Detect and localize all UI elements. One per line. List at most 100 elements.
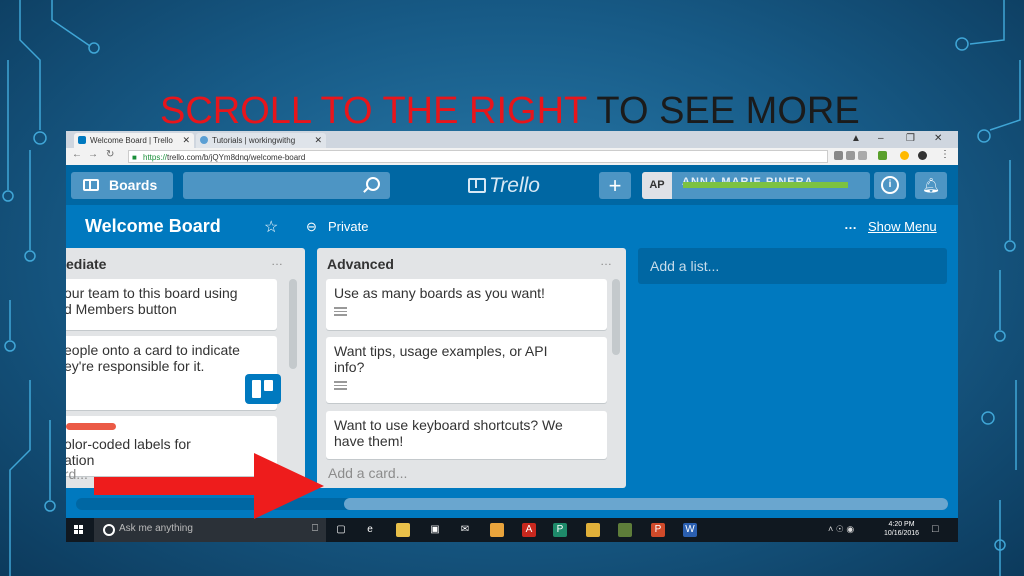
- cortana-search-input[interactable]: Ask me anything ⎕: [94, 518, 326, 542]
- card-text: d Members button: [66, 301, 177, 317]
- description-icon: [334, 381, 347, 390]
- edge-icon[interactable]: e: [363, 523, 377, 537]
- cortana-icon: [103, 524, 115, 536]
- trello-favicon-icon: [78, 136, 86, 144]
- trello-logo[interactable]: Trello: [468, 174, 540, 198]
- scrollbar-thumb[interactable]: [344, 498, 948, 510]
- lock-icon: ■: [132, 153, 137, 162]
- list-title[interactable]: ediate: [66, 256, 106, 272]
- back-arrow-icon[interactable]: ←: [72, 149, 82, 160]
- reload-icon[interactable]: ↻: [106, 149, 114, 160]
- add-card-link[interactable]: ard...: [66, 466, 88, 482]
- notifications-bell-icon[interactable]: 🔔︎: [915, 172, 947, 199]
- extension-icon[interactable]: [846, 151, 855, 160]
- tab-label: Welcome Board | Trello: [90, 136, 173, 145]
- action-center-icon[interactable]: □: [932, 523, 939, 535]
- system-tray-icons[interactable]: ˄ ☉ ◉: [828, 524, 854, 535]
- card-label-red: [66, 423, 116, 430]
- word-icon[interactable]: W: [683, 523, 697, 537]
- list-advanced: Advanced … Use as many boards as you wan…: [317, 248, 626, 488]
- list-card[interactable]: our team to this board using d Members b…: [66, 279, 277, 330]
- forward-arrow-icon[interactable]: →: [88, 149, 98, 160]
- visibility-label[interactable]: Private: [328, 219, 368, 234]
- star-icon[interactable]: ☆: [264, 217, 278, 237]
- boards-icon: [83, 179, 99, 191]
- tab-label: Tutorials | workingwithg: [212, 136, 296, 145]
- add-list-button[interactable]: Add a list...: [638, 248, 947, 284]
- avatar: AP: [642, 172, 672, 199]
- account-icon[interactable]: ▲: [851, 133, 861, 144]
- windows-start-icon[interactable]: [74, 525, 84, 535]
- show-menu-link[interactable]: Show Menu: [868, 219, 937, 234]
- list-card[interactable]: Use as many boards as you want!: [326, 279, 607, 330]
- card-text: info?: [334, 359, 365, 375]
- microphone-icon[interactable]: ⎕: [312, 523, 318, 534]
- card-text: eople onto a card to indicate: [66, 342, 240, 358]
- more-dots-icon[interactable]: …: [844, 217, 857, 232]
- browser-tab-bar: Welcome Board | Trello ✕ Tutorials | wor…: [66, 131, 958, 148]
- private-lock-icon[interactable]: ⊖: [306, 219, 317, 235]
- highlight-bar: [683, 182, 848, 188]
- tab-close-icon[interactable]: ✕: [182, 133, 190, 148]
- browser-address-bar: ← → ↻ ■ https://trello.com/b/jQYm8dnq/we…: [66, 148, 958, 166]
- publisher-icon[interactable]: P: [553, 523, 567, 537]
- search-icon[interactable]: [366, 177, 380, 191]
- card-text: Want tips, usage examples, or API: [334, 343, 548, 359]
- list-card[interactable]: Want to use keyboard shortcuts? We have …: [326, 411, 607, 459]
- list-scrollbar[interactable]: [612, 279, 620, 355]
- description-icon: [334, 307, 347, 316]
- extension-green-icon[interactable]: [878, 151, 887, 160]
- boards-button[interactable]: Boards: [71, 172, 173, 199]
- wordpress-favicon-icon: [200, 136, 208, 144]
- maximize-button[interactable]: ❐: [906, 133, 915, 144]
- list-title[interactable]: Advanced: [327, 256, 394, 272]
- add-card-link[interactable]: Add a card...: [328, 465, 407, 481]
- extension-dark-icon[interactable]: [918, 151, 927, 160]
- url-field[interactable]: ■ https://trello.com/b/jQYm8dnq/welcome-…: [128, 150, 828, 163]
- app-orange-icon[interactable]: [490, 523, 504, 537]
- card-text: Use as many boards as you want!: [334, 285, 545, 301]
- card-text: have them!: [334, 433, 404, 449]
- url-path: trello.com/b/jQYm8dnq/welcome-board: [167, 153, 306, 162]
- info-button[interactable]: i: [874, 172, 906, 199]
- list-menu-icon[interactable]: …: [600, 254, 612, 268]
- trello-logo-text: Trello: [489, 174, 540, 197]
- zoom-icon[interactable]: [834, 151, 843, 160]
- slide-title-rest: TO SEE MORE: [586, 90, 860, 132]
- taskbar-clock[interactable]: 4:20 PM 10/16/2016: [884, 520, 919, 538]
- list-menu-icon[interactable]: …: [271, 254, 283, 268]
- acrobat-icon[interactable]: A: [522, 523, 536, 537]
- card-text: ey're responsible for it.: [66, 358, 205, 374]
- url-scheme: https://: [143, 153, 168, 162]
- add-button[interactable]: +: [599, 172, 631, 199]
- app-bird-icon[interactable]: [618, 523, 632, 537]
- file-explorer-icon[interactable]: [396, 523, 410, 537]
- red-arrow-icon: [94, 453, 324, 519]
- info-icon: i: [881, 176, 899, 194]
- board-title[interactable]: Welcome Board: [85, 216, 221, 237]
- extension-yellow-icon[interactable]: [900, 151, 909, 160]
- chrome-menu-icon[interactable]: ⋮: [940, 149, 950, 160]
- mail-icon[interactable]: ✉: [458, 523, 472, 537]
- boards-label: Boards: [109, 177, 158, 193]
- task-view-icon[interactable]: ▢: [334, 523, 348, 537]
- slide-title-highlight: SCROLL TO THE RIGHT: [160, 90, 587, 132]
- close-window-button[interactable]: ✕: [934, 133, 942, 144]
- tab-close-icon[interactable]: ✕: [314, 133, 322, 148]
- store-icon[interactable]: ▣: [428, 523, 442, 537]
- windows-taskbar: Ask me anything ⎕ ▢ e ▣ ✉ A P P W ˄ ☉ ◉ 4:20 PM…: [66, 518, 958, 542]
- minimize-button[interactable]: –: [878, 133, 884, 144]
- bookmark-star-icon[interactable]: [858, 151, 867, 160]
- list-card[interactable]: Want tips, usage examples, or API info?: [326, 337, 607, 403]
- powerpoint-icon[interactable]: P: [651, 523, 665, 537]
- slide-title: SCROLL TO THE RIGHT TO SEE MORE: [160, 90, 860, 133]
- list-scrollbar[interactable]: [289, 279, 297, 369]
- search-input[interactable]: [183, 172, 390, 199]
- search-placeholder: Ask me anything: [119, 523, 193, 534]
- card-text: olor-coded labels for: [66, 436, 191, 452]
- card-text: Want to use keyboard shortcuts? We: [334, 417, 563, 433]
- trello-card-icon: [245, 374, 281, 404]
- chrome-icon[interactable]: [586, 523, 600, 537]
- tab-welcome-board[interactable]: Welcome Board | Trello ✕: [74, 133, 194, 148]
- tab-tutorials[interactable]: Tutorials | workingwithg ✕: [196, 133, 326, 148]
